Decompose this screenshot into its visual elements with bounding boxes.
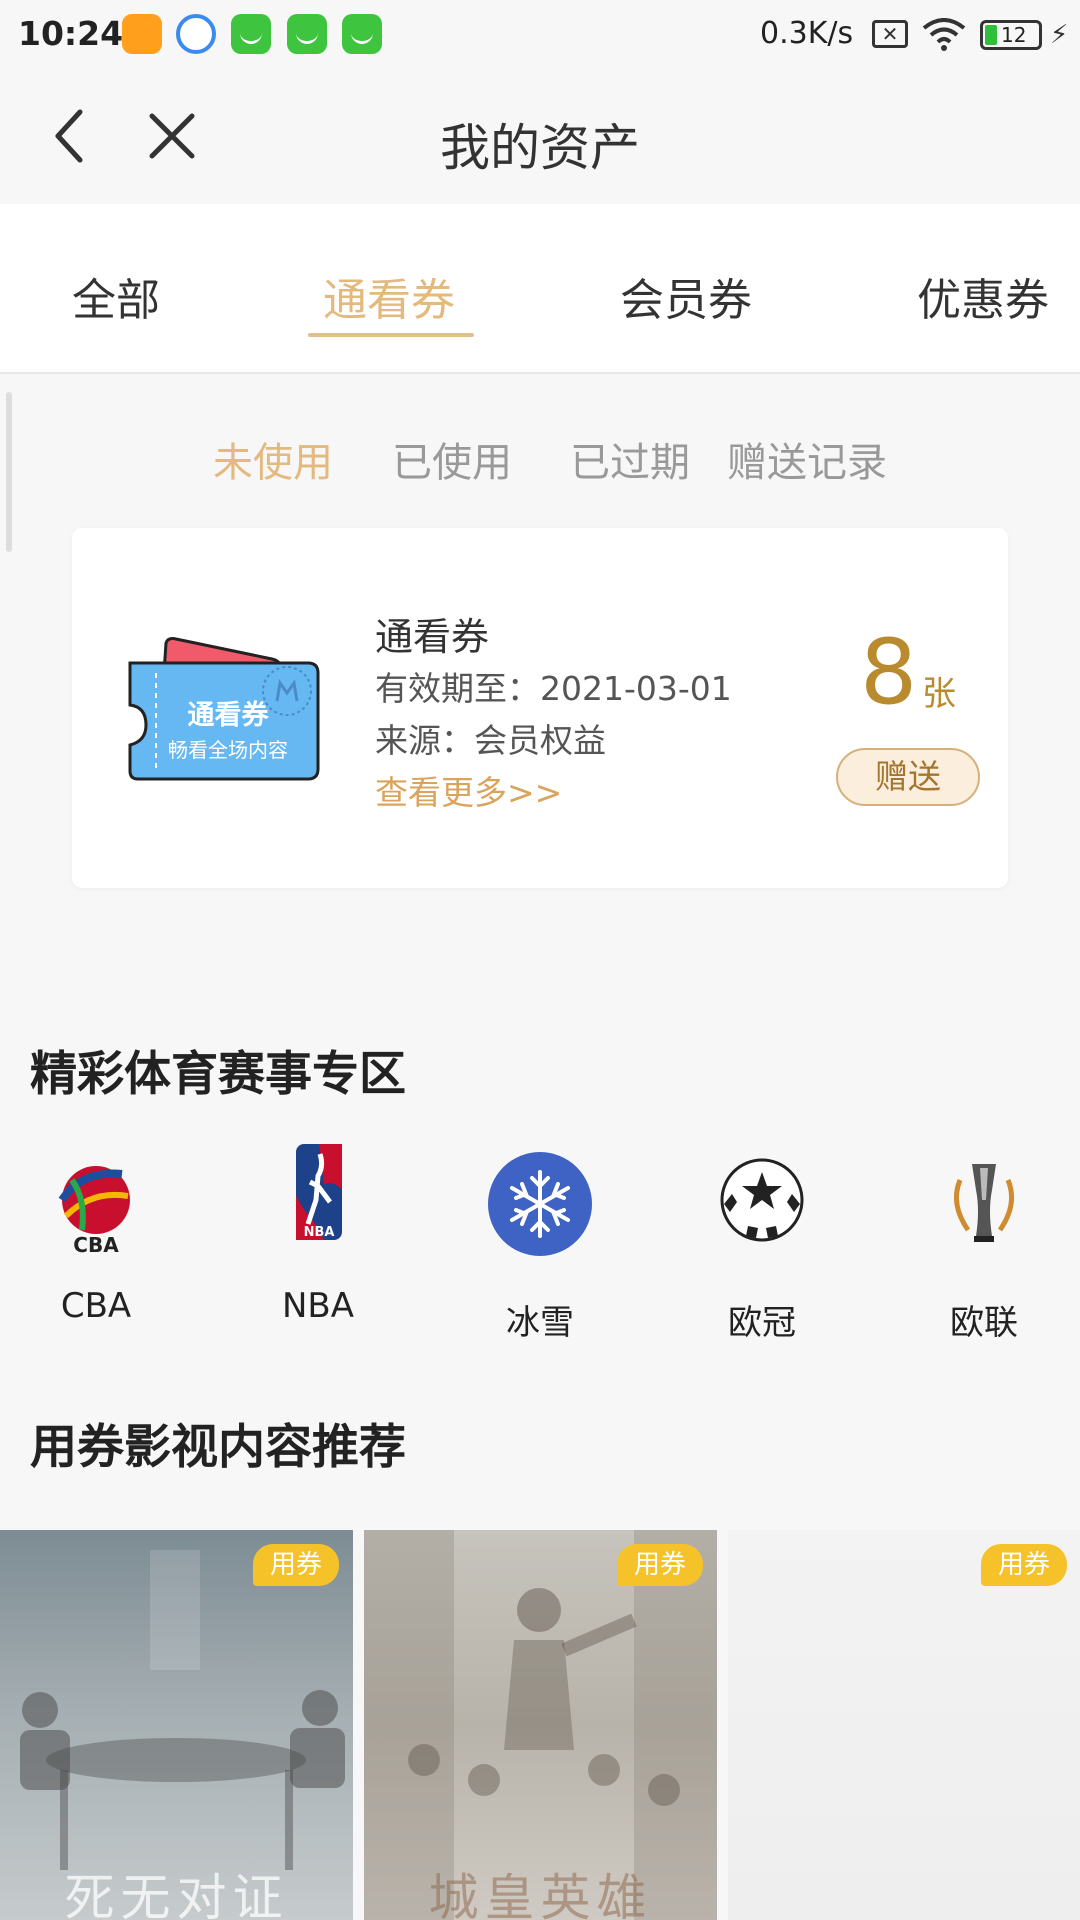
subtab-gift-record[interactable]: 赠送记录 <box>727 430 887 488</box>
sport-item-europa-league[interactable]: 欧联 <box>904 1150 1064 1343</box>
wechat-like-icon <box>287 14 327 54</box>
sport-label-ice-snow: 冰雪 <box>506 1303 574 1343</box>
subtab-unused[interactable]: 未使用 <box>213 430 333 488</box>
page-title: 我的资产 <box>440 119 640 177</box>
wechat-like-icon <box>231 14 271 54</box>
coupon-valid-until: 有效期至：2021-03-01 <box>375 669 732 708</box>
coupon-count: 8 <box>860 620 918 725</box>
gift-button[interactable]: 赠送 <box>836 748 980 806</box>
cba-icon: CBA <box>58 1166 130 1257</box>
recommend-section-title: 用券影视内容推荐 <box>30 1420 406 1475</box>
ticket-art-text: 通看券 畅看全场内容 <box>128 693 328 763</box>
sport-label-champions-league: 欧冠 <box>728 1303 796 1343</box>
poster-card[interactable]: 用券 死无对证 <box>0 1530 353 1920</box>
subtab-used[interactable]: 已使用 <box>392 430 512 488</box>
ticket-art-title: 通看券 <box>187 700 269 731</box>
status-time: 10:24 <box>18 14 124 53</box>
nba-icon: NBA <box>296 1144 342 1240</box>
use-coupon-badge: 用券 <box>981 1544 1067 1586</box>
tab-active-indicator <box>308 333 474 337</box>
europa-league-icon <box>953 1164 1015 1242</box>
wechat-like-icon <box>342 14 382 54</box>
subtab-expired[interactable]: 已过期 <box>570 430 690 488</box>
battery-icon: 12 <box>980 20 1042 50</box>
svg-text:NBA: NBA <box>304 1225 335 1240</box>
coupon-more-link[interactable]: 查看更多>> <box>375 766 562 814</box>
sport-item-cba[interactable]: CBA CBA <box>16 1150 176 1340</box>
poster-title: 死无对证 <box>64 1869 289 1920</box>
sport-item-champions-league[interactable]: 欧冠 <box>682 1150 842 1343</box>
sport-item-nba[interactable]: NBA NBA <box>238 1144 398 1340</box>
poster-title: 城皇英雄 <box>428 1869 653 1920</box>
charging-icon: ⚡ <box>1050 20 1069 50</box>
coupon-unit: 张 <box>922 674 956 714</box>
tab-tongkan-coupon[interactable]: 通看券 <box>323 264 455 328</box>
sport-label-europa-league: 欧联 <box>950 1303 1018 1343</box>
wifi-icon <box>922 18 966 51</box>
use-coupon-badge: 用券 <box>617 1544 703 1586</box>
poster-card[interactable]: 用券 城皇英雄 <box>364 1530 717 1920</box>
coupon-source: 来源：会员权益 <box>375 721 606 760</box>
scroll-indicator[interactable] <box>6 392 12 552</box>
sim-x-icon: ✕ <box>872 20 908 48</box>
ticket-art-subtitle: 畅看全场内容 <box>168 738 288 762</box>
snowflake-icon <box>488 1152 592 1256</box>
tab-member-coupon[interactable]: 会员券 <box>620 264 752 328</box>
sport-label-cba: CBA <box>60 1286 132 1326</box>
browser-icon <box>176 14 216 54</box>
tab-discount-coupon[interactable]: 优惠券 <box>917 264 1049 328</box>
coupon-title: 通看券 <box>375 615 490 659</box>
svg-text:CBA: CBA <box>73 1233 119 1257</box>
tab-bar: 全部 通看券 会员券 优惠券 <box>0 204 1080 374</box>
use-coupon-badge: 用券 <box>253 1544 339 1586</box>
coupon-card[interactable]: 通看券 畅看全场内容 通看券 有效期至：2021-03-01 来源：会员权益 查… <box>72 528 1008 888</box>
tab-all[interactable]: 全部 <box>72 264 160 328</box>
header: 我的资产 <box>0 70 1080 204</box>
sports-section-title: 精彩体育赛事专区 <box>30 1047 406 1102</box>
poster-card[interactable]: 用券 <box>728 1530 1080 1920</box>
status-bar: 10:24 0.3K/s ✕ 12 ⚡ <box>0 0 1080 70</box>
network-speed: 0.3K/s <box>760 16 854 51</box>
taobao-icon <box>122 14 162 54</box>
sport-item-ice-snow[interactable]: 冰雪 <box>460 1150 620 1343</box>
champions-league-icon <box>720 1158 804 1242</box>
battery-level: 12 <box>1001 23 1027 47</box>
sport-label-nba: NBA <box>281 1286 355 1326</box>
